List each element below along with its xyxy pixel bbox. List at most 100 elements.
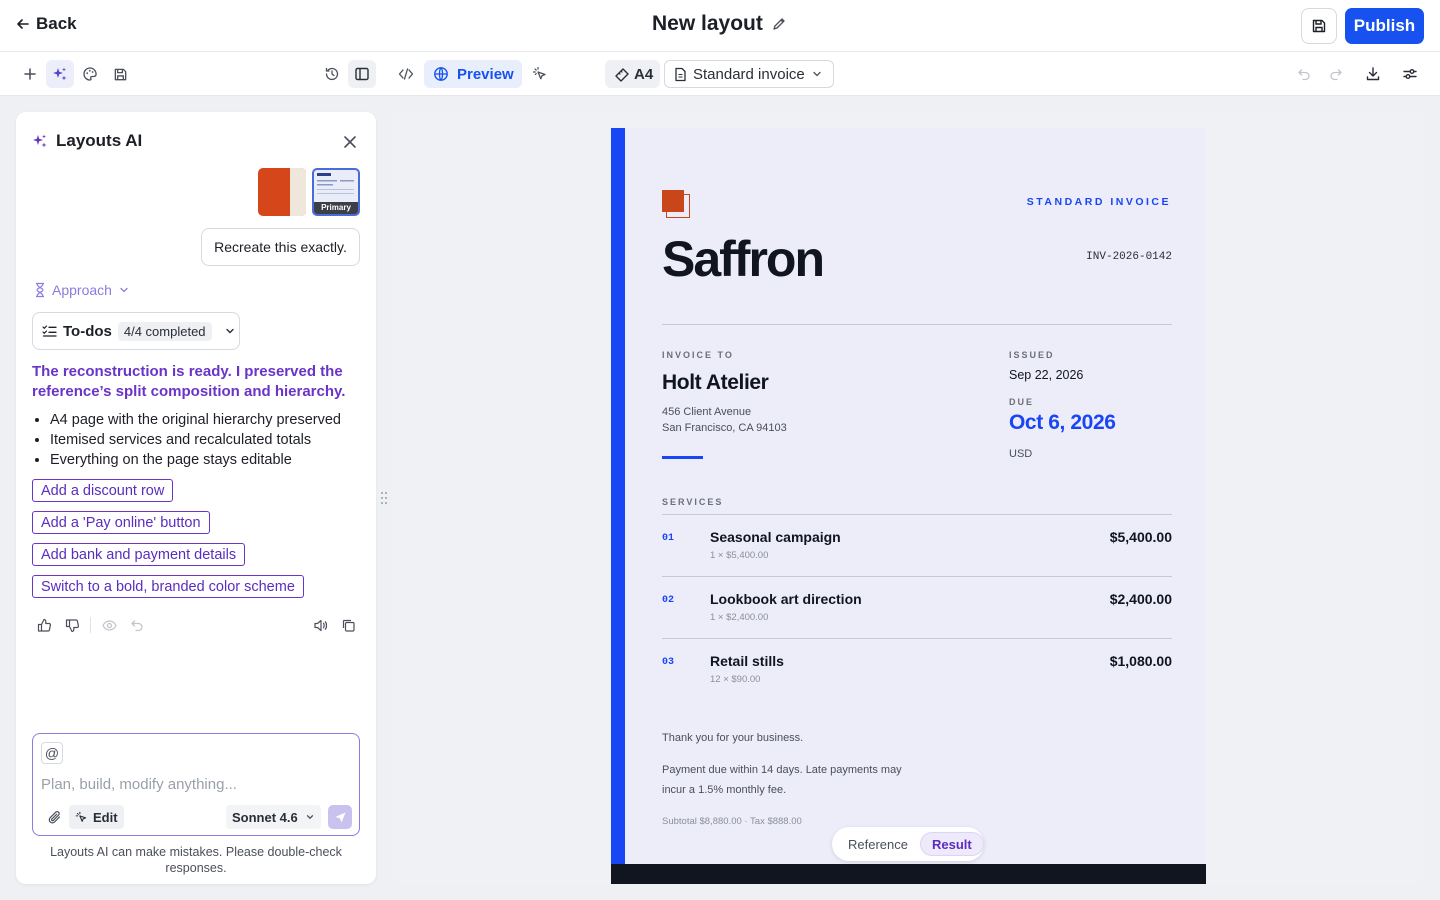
issued-date: Sep 22, 2026 <box>1009 368 1084 382</box>
panel-title-text: Layouts AI <box>56 131 143 150</box>
primary-badge: Primary <box>314 202 358 214</box>
client-name: Holt Atelier <box>662 371 769 394</box>
send-button[interactable] <box>328 805 352 829</box>
service-number: 03 <box>662 657 675 668</box>
approach-toggle[interactable]: Approach <box>34 282 130 298</box>
suggestion-add-discount-row[interactable]: Add a discount row <box>32 479 174 502</box>
design-canvas: STANDARD INVOICE Saffron INV-2026-0142 I… <box>392 112 1424 884</box>
user-message: Recreate this exactly. <box>201 228 360 266</box>
logo-filled-square <box>662 190 684 212</box>
history-button[interactable] <box>318 60 346 88</box>
invoice-number: INV-2026-0142 <box>1086 251 1172 263</box>
todos-status-badge: 4/4 completed <box>117 321 212 341</box>
model-label: Sonnet 4.6 <box>232 809 298 825</box>
select-mode-button[interactable] <box>526 60 554 88</box>
code-view-button[interactable] <box>392 60 420 88</box>
edit-mode-button[interactable]: Edit <box>69 805 124 829</box>
preview-button[interactable]: Preview <box>424 60 522 88</box>
thumbs-down-button[interactable] <box>60 613 84 637</box>
service-name: Seasonal campaign <box>710 529 841 545</box>
undo-icon <box>1297 67 1311 81</box>
close-icon <box>343 135 357 149</box>
issued-label: ISSUED <box>1009 350 1055 360</box>
document-title[interactable]: New layout <box>652 12 763 36</box>
save-button[interactable] <box>1301 8 1337 44</box>
service-amount: $5,400.00 <box>1109 529 1172 545</box>
reference-tab[interactable]: Reference <box>840 832 916 856</box>
suggestion-add-bank-details[interactable]: Add bank and payment details <box>32 543 246 566</box>
list-item: A4 page with the original hierarchy pres… <box>50 410 341 430</box>
template-select[interactable]: Standard invoice <box>664 60 834 88</box>
page-size-button[interactable]: A4 <box>605 60 660 88</box>
copy-button[interactable] <box>336 613 360 637</box>
cursor-click-icon <box>75 811 88 824</box>
result-tab[interactable]: Result <box>920 832 984 856</box>
reference-thumbnail-saffron[interactable] <box>258 168 306 216</box>
brand-logo-mark <box>662 190 690 218</box>
mention-button[interactable]: @ <box>41 742 63 764</box>
publish-button[interactable]: Publish <box>1345 8 1424 44</box>
view-changes-button[interactable] <box>97 613 121 637</box>
paperclip-icon <box>47 810 62 825</box>
floppy-disk-icon <box>113 67 128 82</box>
ruler-icon <box>613 66 631 82</box>
toggle-sidebar-button[interactable] <box>348 60 376 88</box>
chevron-down-icon <box>811 68 823 80</box>
document-title-area: New layout <box>652 12 787 36</box>
services-label: SERVICES <box>662 497 724 507</box>
row-divider <box>662 576 1172 577</box>
arrow-left-icon <box>16 17 30 31</box>
model-select[interactable]: Sonnet 4.6 <box>226 805 321 829</box>
response-bullets: A4 page with the original hierarchy pres… <box>50 410 341 470</box>
download-button[interactable] <box>1359 60 1387 88</box>
client-address-line1: 456 Client Avenue <box>662 406 752 418</box>
revert-button[interactable] <box>125 613 149 637</box>
sliders-icon <box>1402 66 1418 82</box>
reference-thumbnail-primary[interactable]: Primary <box>312 168 360 216</box>
chevron-down-icon <box>118 284 130 296</box>
ai-assistant-button[interactable] <box>46 60 74 88</box>
top-header: Back New layout Publish <box>0 0 1440 52</box>
pencil-icon[interactable] <box>771 16 787 32</box>
chat-composer: @ Edit Sonnet 4.6 <box>32 733 360 836</box>
add-element-button[interactable] <box>16 60 44 88</box>
attach-button[interactable] <box>43 806 65 828</box>
theme-button[interactable] <box>76 60 104 88</box>
list-item: Itemised services and recalculated total… <box>50 430 341 450</box>
editor-toolbar: Preview A4 Standard invoice <box>0 52 1440 96</box>
due-label: DUE <box>1009 397 1035 407</box>
service-detail: 1 × $5,400.00 <box>710 550 769 561</box>
undo-button[interactable] <box>1290 60 1318 88</box>
save-draft-button[interactable] <box>106 60 134 88</box>
thumbnail-strip <box>290 168 306 216</box>
payment-terms-line1: Payment due within 14 days. Late payment… <box>662 764 902 776</box>
due-date: Oct 6, 2026 <box>1009 411 1116 434</box>
panel-resize-handle[interactable] <box>380 490 388 506</box>
invoice-kicker: STANDARD INVOICE <box>1026 196 1171 208</box>
todos-label: To-dos <box>63 322 112 340</box>
service-name: Retail stills <box>710 653 784 669</box>
sidebar-icon <box>354 66 370 82</box>
read-aloud-button[interactable] <box>308 613 332 637</box>
suggestion-add-pay-online-button[interactable]: Add a 'Pay online' button <box>32 511 210 534</box>
thumbs-up-icon <box>37 618 52 633</box>
redo-button[interactable] <box>1322 60 1350 88</box>
palette-icon <box>82 66 98 82</box>
code-icon <box>398 66 414 82</box>
thumbs-up-button[interactable] <box>32 613 56 637</box>
todos-dropdown[interactable]: To-dos 4/4 completed <box>32 312 240 350</box>
suggestion-switch-color-scheme[interactable]: Switch to a bold, branded color scheme <box>32 575 304 598</box>
service-detail: 12 × $90.00 <box>710 674 761 685</box>
invoice-footer-bar <box>611 864 1206 884</box>
settings-button[interactable] <box>1396 60 1424 88</box>
subtotal-summary: Subtotal $8,880.00 · Tax $888.00 <box>662 816 802 827</box>
service-number: 01 <box>662 533 675 544</box>
close-panel-button[interactable] <box>338 130 362 154</box>
payment-terms-line2: incur a 1.5% monthly fee. <box>662 784 787 796</box>
invoice-accent-bar <box>611 128 625 884</box>
chat-input[interactable] <box>41 772 341 796</box>
invoice-page[interactable]: STANDARD INVOICE Saffron INV-2026-0142 I… <box>611 128 1206 884</box>
page-size-label: A4 <box>634 65 654 83</box>
back-button[interactable]: Back <box>16 14 77 34</box>
thumbs-down-icon <box>65 618 80 633</box>
